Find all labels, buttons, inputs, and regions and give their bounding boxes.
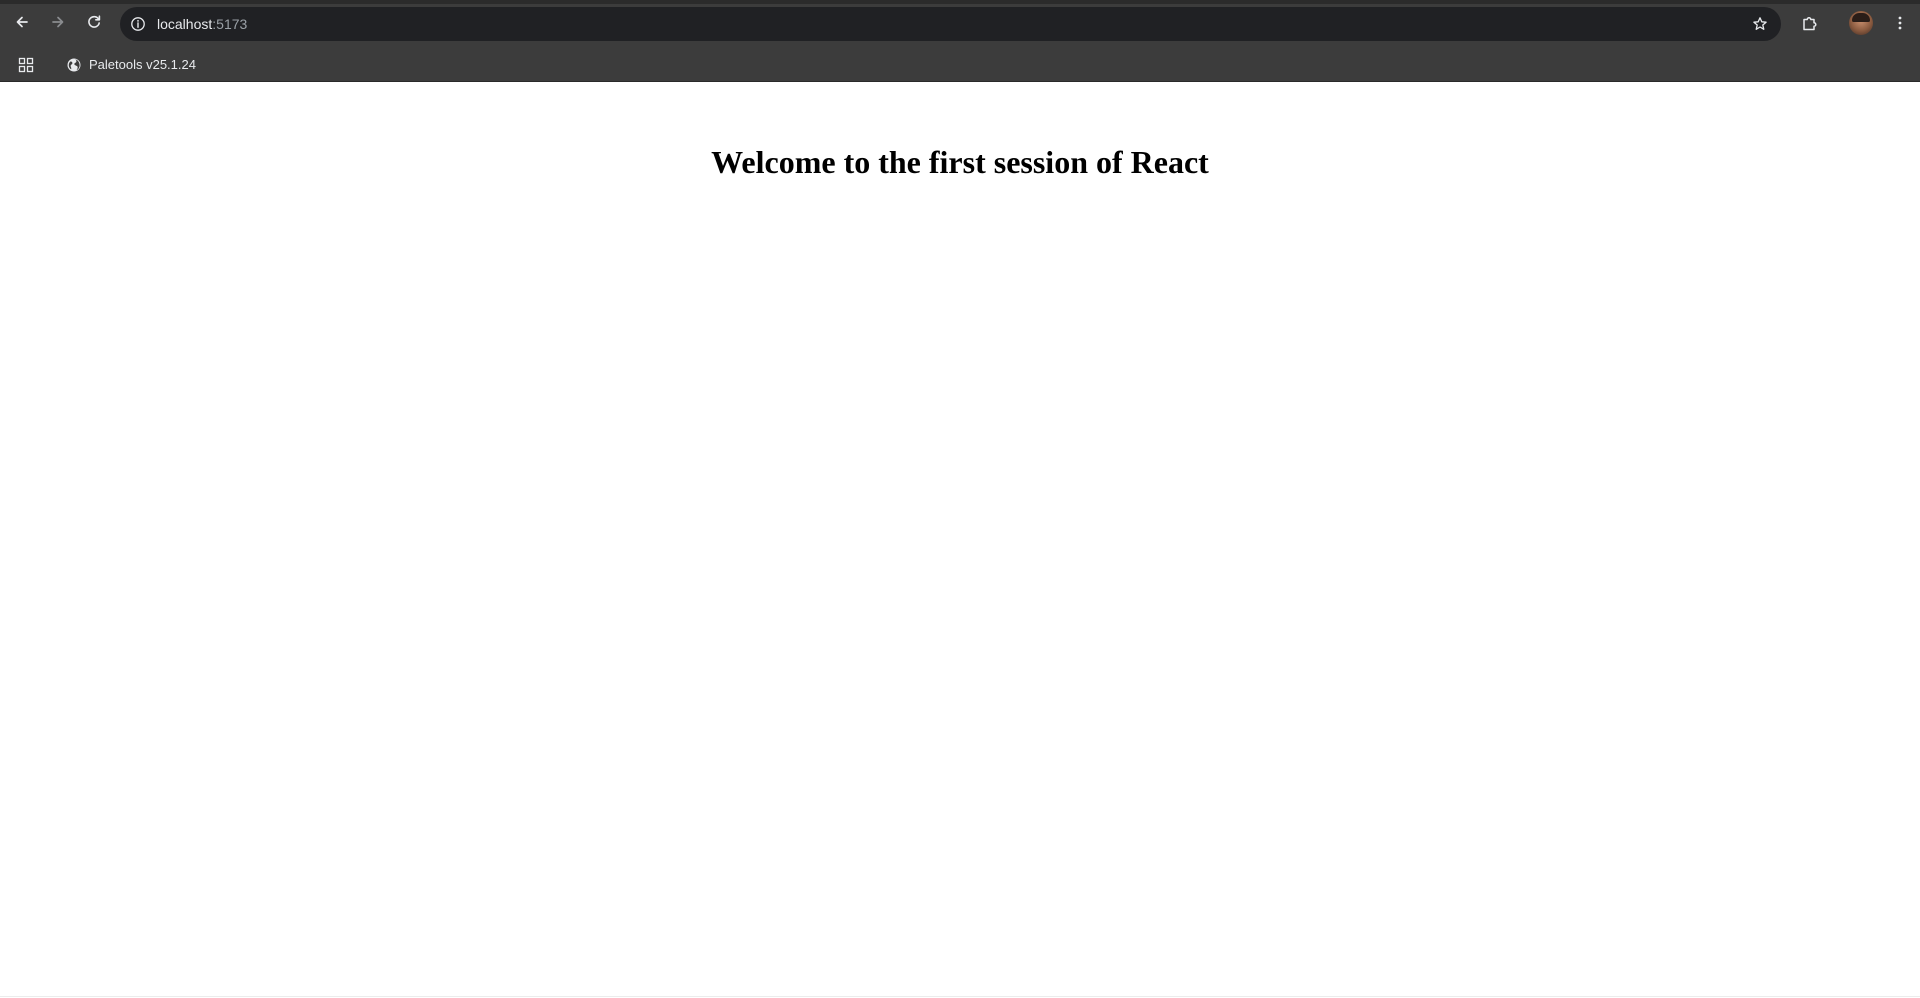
star-icon: [1753, 17, 1767, 30]
bookmark-label: Paletools v25.1.24: [89, 57, 196, 72]
page-divider: [0, 996, 1920, 997]
url-port: :5173: [212, 16, 248, 32]
reload-icon: [88, 15, 101, 28]
bookmark-paletools[interactable]: Paletools v25.1.24: [58, 52, 204, 77]
back-button[interactable]: [8, 8, 36, 36]
apps-button[interactable]: [14, 53, 38, 77]
kebab-menu-icon: [1898, 16, 1902, 30]
address-bar[interactable]: localhost:5173: [120, 7, 1781, 41]
reload-button[interactable]: [80, 8, 108, 36]
tab-strip-edge: [0, 0, 1920, 4]
puzzle-icon: [1803, 16, 1817, 31]
bookmarks-bar: Paletools v25.1.24: [0, 47, 1920, 82]
page-viewport: Welcome to the first session of React: [0, 82, 1920, 998]
browser-toolbar: localhost:5173: [0, 0, 1920, 47]
forward-button[interactable]: [44, 8, 72, 36]
site-info-button[interactable]: [128, 14, 148, 34]
url-text[interactable]: localhost:5173: [157, 15, 247, 33]
bookmark-star-button[interactable]: [1749, 13, 1771, 35]
browser-menu-button[interactable]: [1887, 10, 1913, 36]
page-title: Welcome to the first session of React: [711, 144, 1209, 180]
apps-grid-icon: [18, 57, 34, 73]
info-icon: [131, 17, 145, 31]
arrow-left-icon: [16, 16, 28, 28]
globe-icon: [67, 58, 81, 71]
extensions-button[interactable]: [1797, 10, 1823, 36]
arrow-right-icon: [52, 16, 64, 28]
avatar[interactable]: [1849, 11, 1873, 35]
url-host: localhost: [157, 16, 213, 32]
